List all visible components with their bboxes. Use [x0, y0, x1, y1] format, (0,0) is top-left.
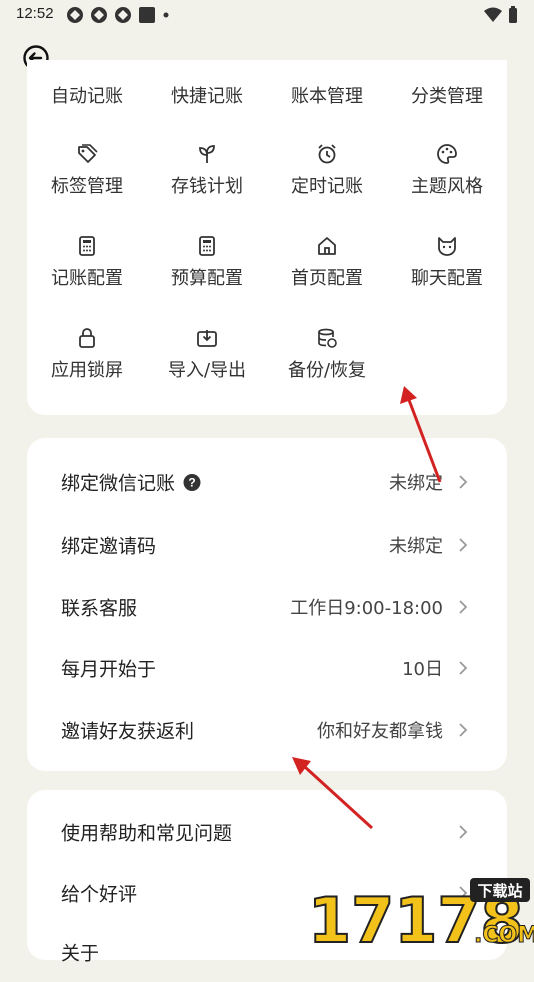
- svg-text:?: ?: [188, 475, 195, 489]
- chevron-right-icon: [459, 825, 468, 839]
- settings-row-value: 未绑定: [389, 473, 443, 494]
- grid-item-label: 备份/恢复: [287, 360, 367, 381]
- settings-row-bind-invite-code[interactable]: 绑定邀请码 未绑定: [27, 515, 507, 575]
- grid-item-label: 自动记账: [51, 86, 123, 107]
- grid-item-backup-restore[interactable]: 备份/恢复: [267, 326, 387, 382]
- settings-row-invite-rebate[interactable]: 邀请好友获返利 你和好友都拿钱: [27, 700, 507, 760]
- grid-item-label: 预算配置: [171, 268, 243, 289]
- chevron-right-icon: [459, 661, 468, 675]
- grid-item-record-config[interactable]: 记账配置: [27, 234, 147, 290]
- settings-row-value: 10日: [402, 659, 443, 680]
- chevron-right-icon: [459, 600, 468, 614]
- grid-item-label: 分类管理: [411, 86, 483, 107]
- database-restore-icon: [318, 328, 337, 348]
- chevron-right-icon: [459, 475, 468, 489]
- cat-icon: [438, 237, 456, 256]
- status-bar: 12:52: [0, 0, 534, 28]
- grid-item-label: 聊天配置: [411, 268, 483, 289]
- grid-item-label: 应用锁屏: [51, 360, 123, 381]
- settings-row-value: 工作日9:00-18:00: [290, 598, 443, 619]
- settings-row-contact-service[interactable]: 联系客服 工作日9:00-18:00: [27, 577, 507, 637]
- grid-item-category-manage[interactable]: 分类管理: [387, 82, 507, 108]
- grid-item-label: 首页配置: [291, 268, 363, 289]
- grid-item-home-config[interactable]: 首页配置: [267, 234, 387, 290]
- grid-item-label: 记账配置: [51, 268, 123, 289]
- lock-icon: [79, 328, 95, 348]
- tag-icon: [78, 144, 98, 163]
- grid-item-label: 存钱计划: [171, 176, 243, 197]
- square-icon: [139, 7, 155, 23]
- settings-list-card: 绑定微信记账 ? 未绑定 绑定邀请码 未绑定 联系客服 工作日9:00-18:0…: [27, 438, 507, 771]
- chevron-right-icon: [459, 538, 468, 552]
- help-row-faq[interactable]: 使用帮助和常见问题: [27, 802, 507, 862]
- settings-row-value: 未绑定: [389, 536, 443, 557]
- app-icon: [67, 7, 83, 23]
- home-icon: [318, 237, 336, 255]
- settings-row-title: 绑定微信记账: [61, 472, 176, 495]
- grid-item-budget-config[interactable]: 预算配置: [147, 234, 267, 290]
- settings-row-month-start[interactable]: 每月开始于 10日: [27, 638, 507, 698]
- grid-item-label: 标签管理: [51, 176, 123, 197]
- help-row-title: 使用帮助和常见问题: [61, 822, 233, 845]
- grid-row: 标签管理 存钱计划 定时记账 主题风格: [27, 142, 507, 202]
- feature-grid-card: 自动记账 快捷记账 账本管理 分类管理 标签管理 存钱计划 定时记账 主题风格: [27, 60, 507, 415]
- grid-item-auto-record[interactable]: 自动记账: [27, 82, 147, 108]
- import-export-icon: [197, 330, 217, 347]
- sprout-icon: [199, 145, 215, 163]
- grid-item-scheduled-record[interactable]: 定时记账: [267, 142, 387, 198]
- grid-item-app-lock[interactable]: 应用锁屏: [27, 326, 147, 382]
- calculator-icon: [199, 236, 215, 256]
- battery-icon: [509, 6, 517, 23]
- grid-row: 记账配置 预算配置 首页配置 聊天配置: [27, 234, 507, 294]
- settings-row-bind-wechat[interactable]: 绑定微信记账 ? 未绑定: [27, 452, 507, 512]
- watermark-logo: 17178 下载站 .COM: [302, 876, 534, 958]
- alarm-icon: [318, 144, 336, 164]
- wifi-icon: [484, 7, 502, 22]
- help-row-title: 给个好评: [61, 883, 138, 906]
- grid-item-chat-config[interactable]: 聊天配置: [387, 234, 507, 290]
- settings-row-title: 绑定邀请码: [61, 535, 157, 558]
- status-time: 12:52: [16, 5, 54, 22]
- grid-item-quick-record[interactable]: 快捷记账: [147, 82, 267, 108]
- grid-item-ledger-manage[interactable]: 账本管理: [267, 82, 387, 108]
- grid-item-saving-plan[interactable]: 存钱计划: [147, 142, 267, 198]
- palette-icon: [437, 144, 457, 164]
- app-icon: [91, 7, 107, 23]
- grid-item-import-export[interactable]: 导入/导出: [147, 326, 267, 382]
- grid-row: 应用锁屏 导入/导出 备份/恢复: [27, 326, 507, 386]
- grid-item-label: 导入/导出: [167, 360, 247, 381]
- calculator-icon: [79, 236, 95, 256]
- grid-item-label: 快捷记账: [171, 86, 243, 107]
- settings-row-title: 每月开始于: [61, 658, 157, 681]
- grid-item-theme-style[interactable]: 主题风格: [387, 142, 507, 198]
- settings-row-title: 邀请好友获返利: [61, 720, 195, 743]
- help-row-title: 关于: [61, 942, 100, 965]
- app-icon: [115, 7, 131, 23]
- help-icon[interactable]: ?: [183, 473, 201, 491]
- grid-row: 自动记账 快捷记账 账本管理 分类管理: [27, 82, 507, 142]
- settings-row-value: 你和好友都拿钱: [317, 721, 443, 742]
- svg-text:.COM: .COM: [474, 923, 534, 948]
- chevron-right-icon: [459, 723, 468, 737]
- grid-item-label: 账本管理: [291, 86, 363, 107]
- grid-item-tag-manage[interactable]: 标签管理: [27, 142, 147, 198]
- svg-text:下载站: 下载站: [477, 882, 522, 900]
- dot-icon: [163, 12, 169, 18]
- grid-item-label: 定时记账: [291, 176, 363, 197]
- settings-row-title: 联系客服: [61, 597, 138, 620]
- grid-item-label: 主题风格: [411, 176, 483, 197]
